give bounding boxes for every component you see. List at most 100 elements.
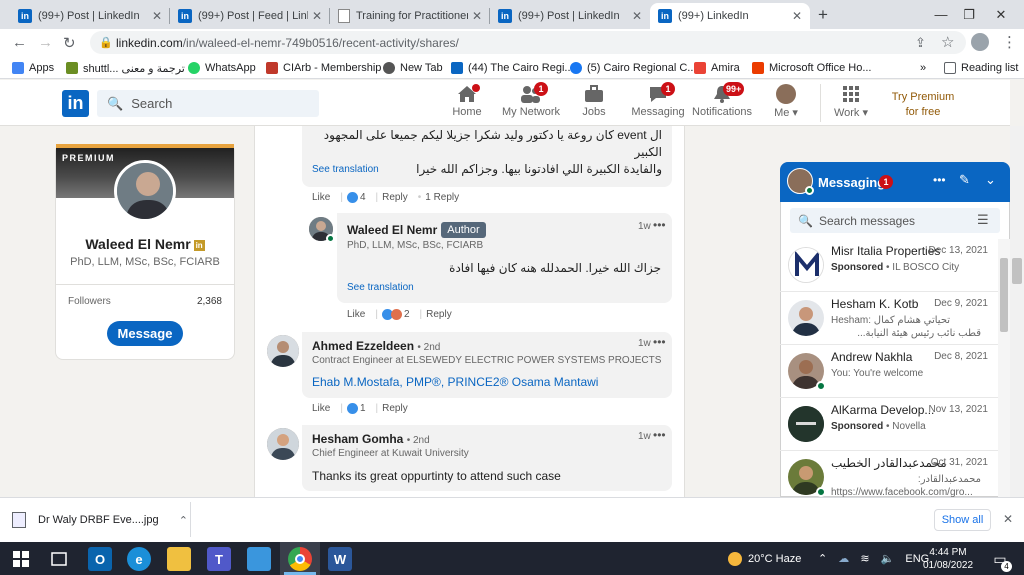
chevron-up-icon[interactable]: ⌃ [818, 553, 827, 565]
global-search-input[interactable]: 🔍 Search [97, 90, 319, 117]
chevron-up-icon[interactable]: ⌃ [179, 514, 188, 527]
bookmark-new-tab[interactable]: New Tab [383, 60, 443, 76]
clock[interactable]: 4:44 PM 01/08/2022 [920, 546, 976, 572]
chevron-down-icon[interactable]: ⌄ [985, 172, 996, 188]
edge-browser-icon[interactable]: e [127, 547, 151, 571]
reply-button[interactable]: Reply [382, 403, 408, 414]
commenter-avatar[interactable] [267, 335, 299, 367]
messaging-header[interactable] [780, 162, 1010, 202]
close-tab-icon[interactable]: ✕ [792, 9, 802, 23]
bookmark-apps[interactable]: Apps [12, 60, 54, 76]
bookmark-whatsapp[interactable]: WhatsApp [188, 60, 256, 76]
windows-start-icon[interactable] [9, 547, 33, 571]
filter-icon[interactable]: ☰ [977, 212, 989, 228]
nav-jobs[interactable]: Jobs [559, 84, 629, 118]
mention-link[interactable]: Ehab M.Mostafa, PMP®, PRINCE2® [312, 375, 508, 389]
browser-tab-3[interactable]: Training for Practitioners ✕ [330, 3, 490, 29]
more-options-icon[interactable]: ••• [933, 173, 946, 187]
nav-work[interactable]: Work ▾ [816, 84, 886, 119]
search-messages-input[interactable]: 🔍 Search messages [790, 208, 1000, 233]
task-view-icon[interactable] [47, 547, 71, 571]
reaction-count[interactable]: 2 [381, 309, 410, 320]
page-scrollbar[interactable] [1010, 126, 1024, 497]
see-translation-link[interactable]: See translation [347, 282, 414, 293]
chrome-browser-icon[interactable] [288, 547, 312, 571]
new-tab-button[interactable]: + [818, 5, 828, 25]
close-download-shelf-icon[interactable]: ✕ [1003, 512, 1013, 526]
messaging-scrollbar-thumb[interactable] [1000, 258, 1008, 332]
browser-tab-5-active[interactable]: in (99+) LinkedIn ✕ [650, 3, 810, 29]
file-explorer-icon[interactable] [167, 547, 191, 571]
more-options-icon[interactable]: ••• [653, 428, 666, 442]
lock-icon[interactable]: 🔒 [99, 36, 113, 49]
close-tab-icon[interactable]: ✕ [472, 9, 482, 23]
messaging-title[interactable]: Messaging [818, 175, 885, 190]
bookmark-star-icon[interactable]: ☆ [941, 33, 954, 51]
teams-icon[interactable]: T [207, 547, 231, 571]
more-options-icon[interactable]: ••• [653, 218, 666, 232]
back-arrow-icon[interactable]: ← [12, 34, 27, 51]
share-icon[interactable]: ⇪ [915, 35, 926, 51]
page-scrollbar-thumb[interactable] [1012, 258, 1022, 284]
reading-list-button[interactable]: Reading list [944, 60, 1018, 76]
conversation-item[interactable]: Hesham K. Kotb Dec 9, 2021 Hesham: تحيات… [780, 292, 998, 345]
conversation-item[interactable]: Andrew Nakhla Dec 8, 2021 You: You're we… [780, 345, 998, 398]
browser-menu-icon[interactable]: ⋮ [1002, 33, 1017, 51]
close-window-icon[interactable]: ✕ [978, 0, 1024, 29]
conversation-item[interactable]: محمدعبدالقادر الخطيب Oct 31, 2021 محمدعب… [780, 451, 998, 498]
nav-home[interactable]: Home [432, 84, 502, 118]
url-text[interactable]: linkedin.com/in/waleed-el-nemr-749b0516/… [116, 36, 459, 50]
nav-my-network[interactable]: 1 My Network [496, 82, 566, 118]
commenter-name[interactable]: Waleed El Nemr [347, 223, 437, 237]
reaction-count[interactable]: 4 [346, 192, 366, 203]
see-translation-link[interactable]: See translation [312, 164, 379, 175]
like-button[interactable]: Like [347, 309, 365, 320]
bookmark-cairo-regional-linkedin[interactable]: (44) The Cairo Regi... [451, 60, 574, 76]
outlook-icon[interactable]: O [88, 547, 112, 571]
bookmark-translate[interactable]: shuttl... ترجمة و معنى [66, 60, 185, 76]
download-item[interactable]: Dr Waly DRBF Eve....jpg ⌃ [12, 505, 188, 535]
wifi-icon[interactable]: ≋ [860, 553, 869, 565]
browser-tab-2[interactable]: in (99+) Post | Feed | LinkedIn ✕ [170, 3, 330, 29]
mention-link[interactable]: Osama Mantawi [512, 375, 599, 389]
reload-icon[interactable]: ↻ [63, 34, 76, 52]
forward-arrow-icon[interactable]: → [38, 34, 53, 51]
onedrive-cloud-icon[interactable]: ☁ [838, 553, 849, 565]
remote-desktop-icon[interactable] [247, 547, 271, 571]
reply-button[interactable]: Reply [426, 309, 452, 320]
bookmark-ciarb[interactable]: CIArb - Membership [266, 60, 381, 76]
reply-button[interactable]: Reply [382, 192, 408, 203]
more-options-icon[interactable]: ••• [653, 335, 666, 349]
like-button[interactable]: Like [312, 403, 330, 414]
word-icon[interactable]: W [328, 547, 352, 571]
like-button[interactable]: Like [312, 192, 330, 203]
nav-me[interactable]: Me ▾ [751, 84, 821, 119]
linkedin-logo[interactable]: in [62, 90, 89, 117]
conversation-item[interactable]: AlKarma Develop... Nov 13, 2021 Sponsore… [780, 398, 998, 451]
action-center-icon[interactable]: ▭ 4 [990, 550, 1012, 572]
close-tab-icon[interactable]: ✕ [632, 9, 642, 23]
browser-tab-1[interactable]: in (99+) Post | LinkedIn ✕ [10, 3, 170, 29]
bookmark-microsoft-office[interactable]: Microsoft Office Ho... [752, 60, 872, 76]
profile-avatar[interactable] [971, 33, 989, 51]
replies-count-link[interactable]: 1 Reply [425, 192, 459, 203]
reaction-count[interactable]: 1 [346, 403, 366, 414]
commenter-avatar[interactable] [267, 428, 299, 460]
bookmarks-overflow-button[interactable]: » [920, 60, 926, 76]
bookmark-amira[interactable]: Amira [694, 60, 740, 76]
profile-avatar[interactable] [114, 160, 176, 222]
message-button[interactable]: Message [107, 321, 183, 346]
show-all-downloads-button[interactable]: Show all [934, 509, 991, 531]
commenter-name[interactable]: Ahmed Ezzeldeen [312, 339, 414, 353]
close-tab-icon[interactable]: ✕ [312, 9, 322, 23]
profile-name[interactable]: Waleed El Nemr in [56, 236, 234, 252]
browser-tab-4[interactable]: in (99+) Post | LinkedIn ✕ [490, 3, 650, 29]
compose-message-icon[interactable]: ✎ [959, 172, 970, 188]
bookmark-cairo-regional-facebook[interactable]: (5) Cairo Regional C... [570, 60, 696, 76]
weather-widget[interactable]: 20°C Haze [728, 552, 801, 566]
volume-icon[interactable]: 🔈 [881, 553, 895, 565]
conversation-item[interactable]: Misr Italia Properties Dec 13, 2021 Spon… [780, 239, 998, 292]
try-premium-link[interactable]: Try Premium for free [884, 90, 962, 120]
nav-notifications[interactable]: 99+ Notifications [687, 82, 757, 118]
commenter-name[interactable]: Hesham Gomha [312, 432, 403, 446]
